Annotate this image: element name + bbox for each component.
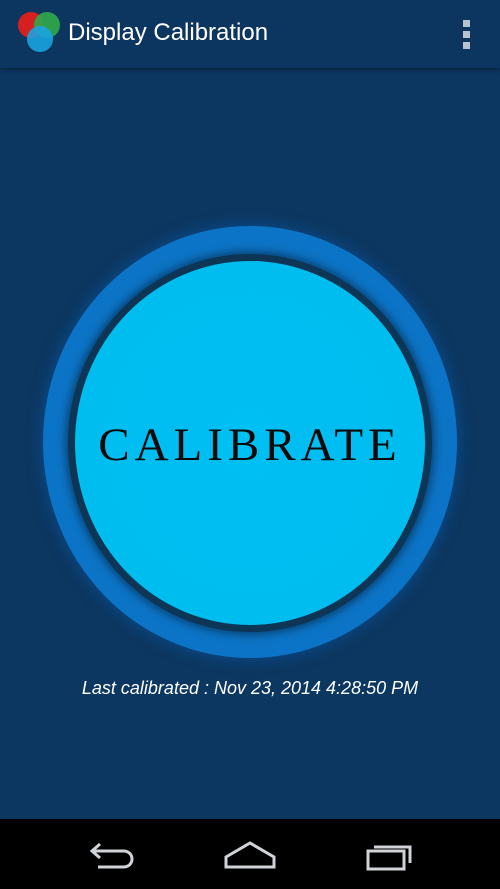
overflow-dot	[462, 30, 470, 38]
overflow-menu-icon[interactable]	[454, 14, 478, 54]
calibrate-label: CALIBRATE	[98, 419, 402, 471]
overflow-dot	[462, 19, 470, 27]
rgb-circles-icon	[16, 8, 64, 56]
last-calibrated-text: Last calibrated : Nov 23, 2014 4:28:50 P…	[81, 678, 419, 698]
page-title: Display Calibration	[68, 19, 269, 46]
main-content: CALIBRATE Last calibrated : Nov 23, 2014…	[0, 68, 500, 819]
overflow-dot	[462, 41, 470, 49]
back-icon[interactable]	[80, 833, 140, 877]
calibrate-button[interactable]: CALIBRATE	[75, 261, 425, 625]
screen: Display Calibration CALIBRATE Last calib…	[0, 0, 500, 889]
navigation-bar	[0, 819, 500, 889]
home-icon[interactable]	[220, 833, 280, 877]
recent-apps-icon[interactable]	[360, 833, 420, 877]
action-bar: Display Calibration	[0, 0, 500, 68]
